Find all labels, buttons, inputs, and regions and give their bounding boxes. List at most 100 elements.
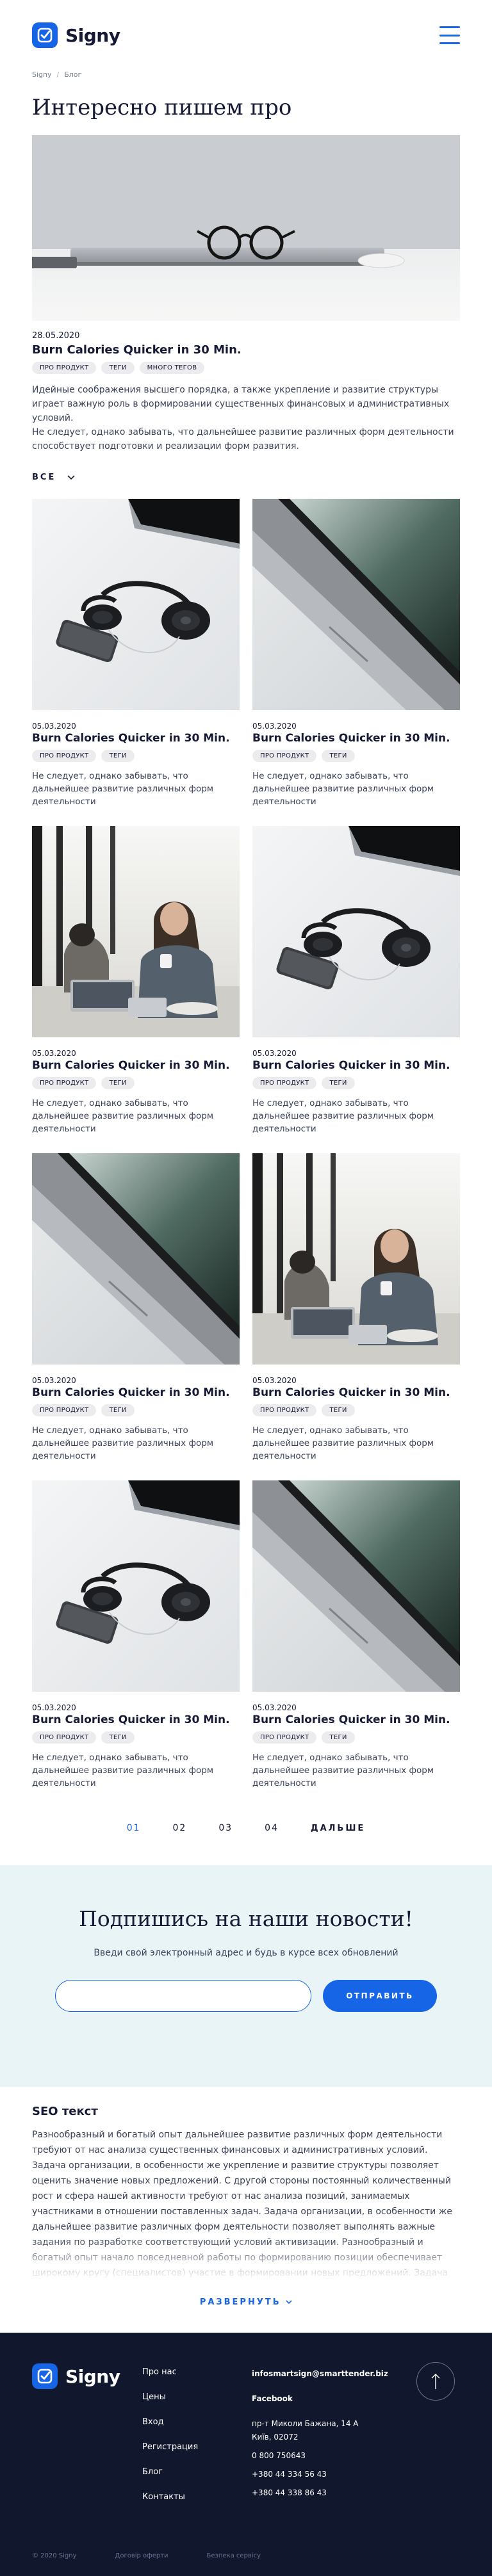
featured-excerpt: Идейные соображения высшего порядка, а т…: [32, 383, 460, 453]
breadcrumb-current: Блог: [64, 70, 82, 79]
footer-link-blog[interactable]: Блог: [142, 2467, 198, 2477]
post-title[interactable]: Burn Calories Quicker in 30 Min.: [252, 1386, 460, 1399]
post-excerpt: Не следует, однако забывать, что дальней…: [252, 771, 434, 807]
page-title: Интересно пишем про: [32, 95, 292, 120]
post-card[interactable]: 05.03.2020 Burn Calories Quicker in 30 M…: [32, 826, 240, 1135]
featured-image[interactable]: [32, 135, 460, 321]
post-card[interactable]: 05.03.2020 Burn Calories Quicker in 30 M…: [252, 1153, 460, 1462]
post-date: 05.03.2020: [32, 1703, 76, 1712]
seo-title: SEO текст: [32, 2105, 98, 2118]
chevron-down-icon: [286, 2300, 292, 2305]
offer-link[interactable]: Договір оферти: [115, 2552, 168, 2559]
page-link[interactable]: 03: [218, 1823, 233, 1833]
page-link[interactable]: 02: [173, 1823, 187, 1833]
post-tags: ПРО ПРОДУКТ ТЕГИ: [252, 1077, 460, 1089]
tag[interactable]: ТЕГИ: [101, 1077, 135, 1089]
post-title[interactable]: Burn Calories Quicker in 30 Min.: [252, 732, 460, 745]
footer-phone[interactable]: +380 44 334 56 43: [252, 2468, 388, 2481]
footer-phone[interactable]: 0 800 750643: [252, 2449, 388, 2463]
page-link[interactable]: 04: [265, 1823, 279, 1833]
post-date: 05.03.2020: [32, 1049, 76, 1058]
post-card[interactable]: 05.03.2020 Burn Calories Quicker in 30 M…: [252, 1480, 460, 1790]
tag[interactable]: ТЕГИ: [101, 1404, 135, 1416]
post-title[interactable]: Burn Calories Quicker in 30 Min.: [32, 1386, 240, 1399]
subscribe-form: ОТПРАВИТЬ: [0, 1980, 492, 2012]
tag[interactable]: ПРО ПРОДУКТ: [32, 1731, 97, 1744]
post-image[interactable]: [32, 499, 240, 710]
posts-grid: 05.03.2020 Burn Calories Quicker in 30 M…: [32, 499, 460, 1790]
post-image[interactable]: [32, 826, 240, 1037]
post-image[interactable]: [32, 1153, 240, 1365]
scroll-top-button[interactable]: [416, 2362, 455, 2401]
tag[interactable]: ПРО ПРОДУКТ: [32, 362, 97, 374]
copyright: © 2020 Signy: [32, 2552, 77, 2559]
post-title[interactable]: Burn Calories Quicker in 30 Min.: [32, 1713, 240, 1726]
expand-label: РАЗВЕРНУТЬ: [199, 2297, 281, 2307]
post-title[interactable]: Burn Calories Quicker in 30 Min.: [32, 732, 240, 745]
footer-link-about[interactable]: Про нас: [142, 2367, 198, 2377]
post-image[interactable]: [252, 1153, 460, 1365]
tag[interactable]: ПРО ПРОДУКТ: [32, 1077, 97, 1089]
tag[interactable]: ПРО ПРОДУКТ: [32, 750, 97, 762]
post-date: 05.03.2020: [252, 1049, 297, 1058]
footer-link-contacts[interactable]: Контакты: [142, 2492, 198, 2502]
post-title[interactable]: Burn Calories Quicker in 30 Min.: [32, 1059, 240, 1072]
featured-post[interactable]: 28.05.2020 Burn Calories Quicker in 30 M…: [32, 135, 460, 453]
footer-facebook[interactable]: Facebook: [252, 2392, 388, 2406]
breadcrumb-home[interactable]: Signy: [32, 70, 52, 79]
post-card[interactable]: 05.03.2020 Burn Calories Quicker in 30 M…: [32, 499, 240, 808]
footer-link-login[interactable]: Вход: [142, 2417, 198, 2427]
footer-email[interactable]: infosmartsign@smarttender.biz: [252, 2367, 388, 2381]
filter-label: ВСЕ: [32, 473, 56, 482]
tag[interactable]: ТЕГИ: [101, 750, 135, 762]
seo-fade: [32, 2237, 460, 2282]
post-tags: ПРО ПРОДУКТ ТЕГИ: [32, 1731, 240, 1744]
expand-button[interactable]: РАЗВЕРНУТЬ: [32, 2297, 460, 2307]
tag[interactable]: ПРО ПРОДУКТ: [252, 1404, 317, 1416]
post-image[interactable]: [252, 499, 460, 710]
footer-link-prices[interactable]: Цены: [142, 2392, 198, 2402]
post-title[interactable]: Burn Calories Quicker in 30 Min.: [252, 1059, 460, 1072]
tag[interactable]: ТЕГИ: [322, 1404, 355, 1416]
next-page-button[interactable]: ДАЛЬШЕ: [311, 1824, 365, 1833]
post-card[interactable]: 05.03.2020 Burn Calories Quicker in 30 M…: [252, 826, 460, 1135]
menu-burger-icon[interactable]: [439, 26, 460, 44]
breadcrumb: Signy / Блог: [0, 70, 492, 79]
tag[interactable]: ПРО ПРОДУКТ: [252, 1077, 317, 1089]
footer-phone[interactable]: +380 44 338 86 43: [252, 2486, 388, 2500]
post-image[interactable]: [252, 1480, 460, 1692]
post-card[interactable]: 05.03.2020 Burn Calories Quicker in 30 M…: [252, 499, 460, 808]
tag[interactable]: ТЕГИ: [322, 1731, 355, 1744]
tag[interactable]: ПРО ПРОДУКТ: [252, 750, 317, 762]
email-field[interactable]: [55, 1980, 311, 2012]
tag[interactable]: ТЕГИ: [101, 362, 135, 374]
featured-excerpt-p1: Идейные соображения высшего порядка, а т…: [32, 385, 450, 423]
tag[interactable]: ПРО ПРОДУКТ: [32, 1404, 97, 1416]
security-link[interactable]: Безпека сервісу: [207, 2552, 261, 2559]
footer-contacts: infosmartsign@smarttender.biz Facebook п…: [252, 2367, 388, 2500]
footer-link-register[interactable]: Регистрация: [142, 2442, 198, 2452]
post-card[interactable]: 05.03.2020 Burn Calories Quicker in 30 M…: [32, 1480, 240, 1790]
post-excerpt: Не следует, однако забывать, что дальней…: [32, 1753, 214, 1788]
page-link[interactable]: 01: [127, 1823, 141, 1833]
category-filter[interactable]: ВСЕ: [32, 473, 460, 482]
post-excerpt: Не следует, однако забывать, что дальней…: [252, 1098, 434, 1134]
post-image[interactable]: [32, 1480, 240, 1692]
tag[interactable]: ТЕГИ: [322, 750, 355, 762]
post-date: 05.03.2020: [252, 722, 297, 731]
tag[interactable]: МНОГО ТЕГОВ: [139, 362, 205, 374]
logo[interactable]: Signy: [32, 22, 120, 48]
post-date: 05.03.2020: [252, 1376, 297, 1385]
featured-title[interactable]: Burn Calories Quicker in 30 Min.: [32, 343, 460, 357]
footer-address-line2: Київ, 02072: [252, 2433, 299, 2442]
post-card[interactable]: 05.03.2020 Burn Calories Quicker in 30 M…: [32, 1153, 240, 1462]
tag[interactable]: ТЕГИ: [322, 1077, 355, 1089]
footer-logo[interactable]: Signy: [32, 2363, 460, 2389]
tag[interactable]: ПРО ПРОДУКТ: [252, 1731, 317, 1744]
footer-bottom: © 2020 Signy Договір оферти Безпека серв…: [32, 2552, 261, 2559]
post-image[interactable]: [252, 826, 460, 1037]
post-excerpt: Не следует, однако забывать, что дальней…: [252, 1425, 434, 1461]
send-button[interactable]: ОТПРАВИТЬ: [323, 1980, 437, 2012]
tag[interactable]: ТЕГИ: [101, 1731, 135, 1744]
post-title[interactable]: Burn Calories Quicker in 30 Min.: [252, 1713, 460, 1726]
